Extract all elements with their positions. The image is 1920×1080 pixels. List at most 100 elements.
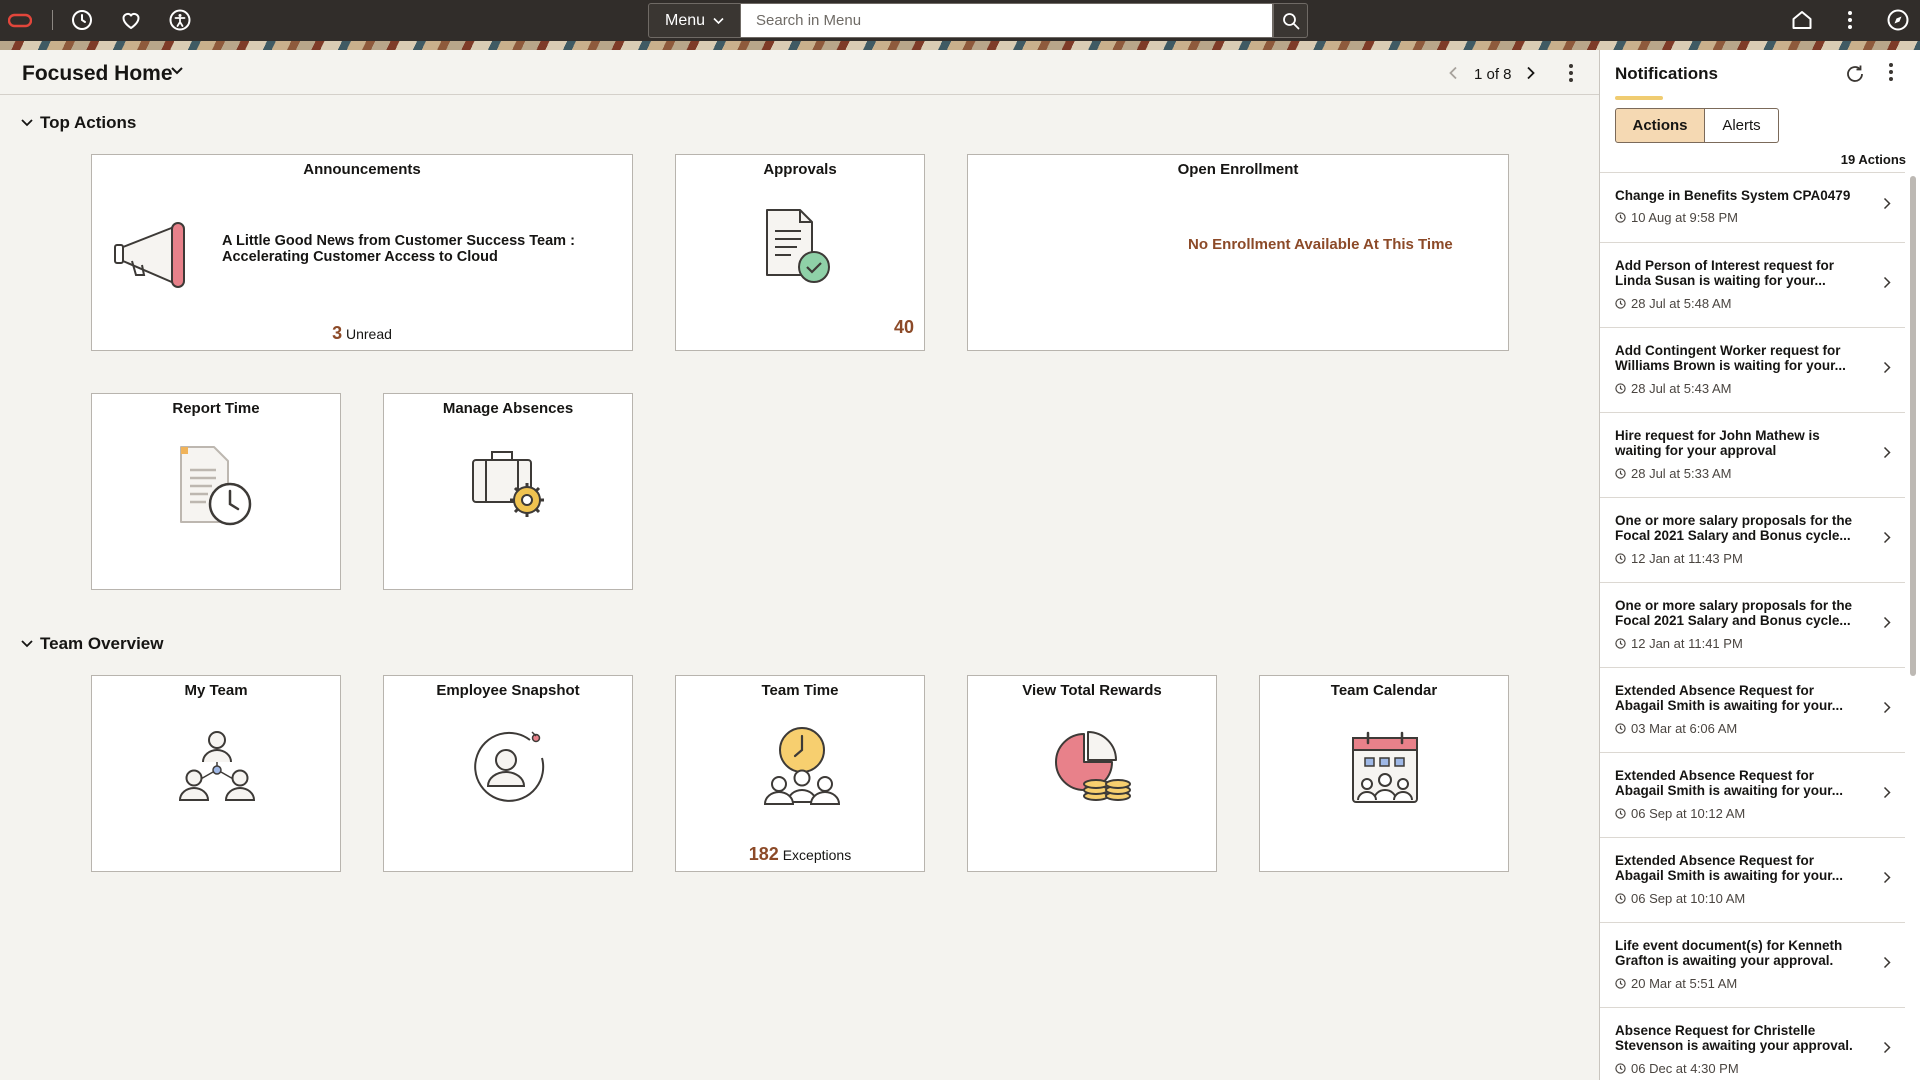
tile-my-team[interactable]: My Team bbox=[91, 675, 341, 872]
notification-item[interactable]: Add Contingent Worker request for Willia… bbox=[1600, 328, 1905, 413]
notification-item[interactable]: Absence Request for Christelle Stevenson… bbox=[1600, 1008, 1905, 1080]
notification-message: Extended Absence Request for Abagail Smi… bbox=[1615, 683, 1844, 713]
unread-count: 3 bbox=[332, 323, 343, 343]
team-clock-icon bbox=[763, 727, 841, 805]
tile-team-calendar[interactable]: Team Calendar bbox=[1259, 675, 1509, 872]
chevron-right-icon bbox=[1883, 786, 1891, 799]
notification-item[interactable]: Change in Benefits System CPA0479 10 Aug… bbox=[1600, 173, 1905, 243]
chevron-right-icon bbox=[1883, 531, 1891, 544]
team-people-icon bbox=[178, 731, 256, 801]
announcement-headline[interactable]: A Little Good News from Customer Success… bbox=[222, 233, 612, 265]
section-top-actions[interactable]: Top Actions bbox=[20, 113, 136, 133]
more-options-icon[interactable] bbox=[1838, 8, 1862, 32]
notification-item[interactable]: Extended Absence Request for Abagail Smi… bbox=[1600, 838, 1905, 923]
next-page-icon[interactable] bbox=[1526, 66, 1536, 80]
home-icon[interactable] bbox=[1790, 8, 1814, 32]
oracle-logo-icon[interactable] bbox=[7, 8, 33, 32]
top-bar: Menu bbox=[0, 0, 1920, 41]
notification-time: 20 Mar at 5:51 AM bbox=[1615, 976, 1737, 991]
clock-icon bbox=[1615, 723, 1626, 734]
tile-manage-absences[interactable]: Manage Absences bbox=[383, 393, 633, 590]
tile-title: Announcements bbox=[303, 161, 421, 178]
notification-message: Hire request for John Mathew is waiting … bbox=[1615, 428, 1820, 458]
team-calendar-icon bbox=[1352, 731, 1418, 803]
notification-timestamp: 28 Jul at 5:43 AM bbox=[1631, 381, 1732, 396]
notification-timestamp: 03 Mar at 6:06 AM bbox=[1631, 721, 1738, 736]
notification-item[interactable]: One or more salary proposals for the Foc… bbox=[1600, 583, 1905, 668]
clock-icon bbox=[1615, 1063, 1626, 1074]
notifications-kebab-icon[interactable] bbox=[1888, 62, 1894, 82]
page-header: Focused Home 1 of 8 bbox=[0, 50, 1599, 95]
notifications-scrollbar[interactable] bbox=[1910, 176, 1916, 676]
notification-time: 03 Mar at 6:06 AM bbox=[1615, 721, 1737, 736]
notification-timestamp: 06 Sep at 10:12 AM bbox=[1631, 806, 1746, 821]
notification-message: Add Person of Interest request for Linda… bbox=[1615, 258, 1835, 288]
clock-icon bbox=[1615, 638, 1626, 649]
tile-open-enrollment[interactable]: Open Enrollment No Enrollment Available … bbox=[967, 154, 1509, 351]
previous-page-icon[interactable] bbox=[1448, 66, 1458, 80]
tile-title: Open Enrollment bbox=[1177, 161, 1299, 178]
navigator-compass-icon[interactable] bbox=[1886, 8, 1910, 32]
chevron-right-icon bbox=[1883, 361, 1891, 374]
recent-history-icon[interactable] bbox=[70, 8, 94, 32]
accessibility-icon[interactable] bbox=[168, 8, 192, 32]
tab-actions[interactable]: Actions bbox=[1615, 108, 1705, 143]
topbar-divider bbox=[52, 10, 53, 30]
page-title[interactable]: Focused Home bbox=[22, 62, 173, 86]
megaphone-icon bbox=[114, 222, 185, 288]
tile-report-time[interactable]: Report Time bbox=[91, 393, 341, 590]
notification-time: 12 Jan at 11:41 PM bbox=[1615, 636, 1743, 651]
timesheet-clock-icon bbox=[180, 446, 252, 526]
clock-icon bbox=[1615, 298, 1626, 309]
notification-timestamp: 10 Aug at 9:58 PM bbox=[1631, 210, 1738, 225]
exceptions-label: Exceptions bbox=[782, 847, 852, 863]
chevron-down-icon bbox=[21, 640, 33, 648]
section-team-overview[interactable]: Team Overview bbox=[20, 634, 163, 654]
clock-icon bbox=[1615, 553, 1626, 564]
notification-message: Extended Absence Request for Abagail Smi… bbox=[1615, 853, 1844, 883]
approval-document-icon bbox=[766, 209, 830, 283]
clock-icon bbox=[1615, 383, 1626, 394]
search-input[interactable] bbox=[741, 3, 1273, 38]
tile-view-total-rewards[interactable]: View Total Rewards bbox=[967, 675, 1217, 872]
chevron-right-icon bbox=[1883, 871, 1891, 884]
notification-item[interactable]: Hire request for John Mathew is waiting … bbox=[1600, 413, 1905, 498]
notification-time: 28 Jul at 5:48 AM bbox=[1615, 296, 1731, 311]
decorative-banner-pattern bbox=[0, 41, 1920, 50]
notification-time: 06 Sep at 10:10 AM bbox=[1615, 891, 1745, 906]
tile-title: Employee Snapshot bbox=[436, 682, 580, 699]
actions-count: 19 Actions bbox=[1840, 152, 1906, 167]
notification-timestamp: 28 Jul at 5:48 AM bbox=[1631, 296, 1732, 311]
notification-message: One or more salary proposals for the Foc… bbox=[1615, 598, 1853, 628]
clock-icon bbox=[1615, 212, 1626, 223]
tile-employee-snapshot[interactable]: Employee Snapshot bbox=[383, 675, 633, 872]
search-button[interactable] bbox=[1273, 3, 1308, 38]
notification-message: Change in Benefits System CPA0479 bbox=[1615, 188, 1851, 203]
favorites-heart-icon[interactable] bbox=[119, 8, 143, 32]
notification-time: 06 Dec at 4:30 PM bbox=[1615, 1061, 1739, 1076]
menu-button[interactable]: Menu bbox=[648, 3, 741, 38]
notification-timestamp: 06 Sep at 10:10 AM bbox=[1631, 891, 1746, 906]
tile-team-time[interactable]: Team Time 182 Exceptions bbox=[675, 675, 925, 872]
notification-item[interactable]: Add Person of Interest request for Linda… bbox=[1600, 243, 1905, 328]
page-actions-kebab-icon[interactable] bbox=[1568, 63, 1574, 83]
tab-alerts[interactable]: Alerts bbox=[1705, 108, 1779, 143]
notification-message: Extended Absence Request for Abagail Smi… bbox=[1615, 768, 1844, 798]
tile-approvals[interactable]: Approvals 40 bbox=[675, 154, 925, 351]
notification-time: 12 Jan at 11:43 PM bbox=[1615, 551, 1743, 566]
notification-item[interactable]: One or more salary proposals for the Foc… bbox=[1600, 498, 1905, 583]
notification-item[interactable]: Extended Absence Request for Abagail Smi… bbox=[1600, 668, 1905, 753]
notification-item[interactable]: Life event document(s) for Kenneth Graft… bbox=[1600, 923, 1905, 1008]
refresh-icon[interactable] bbox=[1844, 63, 1866, 85]
notifications-list: Change in Benefits System CPA0479 10 Aug… bbox=[1600, 172, 1905, 1080]
exceptions-count: 182 bbox=[748, 844, 779, 864]
notifications-title: Notifications bbox=[1615, 64, 1718, 83]
notification-timestamp: 20 Mar at 5:51 AM bbox=[1631, 976, 1738, 991]
tile-announcements[interactable]: Announcements A Little Good News from Cu… bbox=[91, 154, 633, 351]
unread-label: Unread bbox=[345, 326, 392, 342]
clock-icon bbox=[1615, 978, 1626, 989]
notification-item[interactable]: Extended Absence Request for Abagail Smi… bbox=[1600, 753, 1905, 838]
notifications-panel: Notifications Actions Alerts 19 Actions … bbox=[1599, 50, 1920, 1080]
tile-title: Team Calendar bbox=[1330, 682, 1438, 699]
chevron-down-icon[interactable] bbox=[170, 66, 184, 76]
